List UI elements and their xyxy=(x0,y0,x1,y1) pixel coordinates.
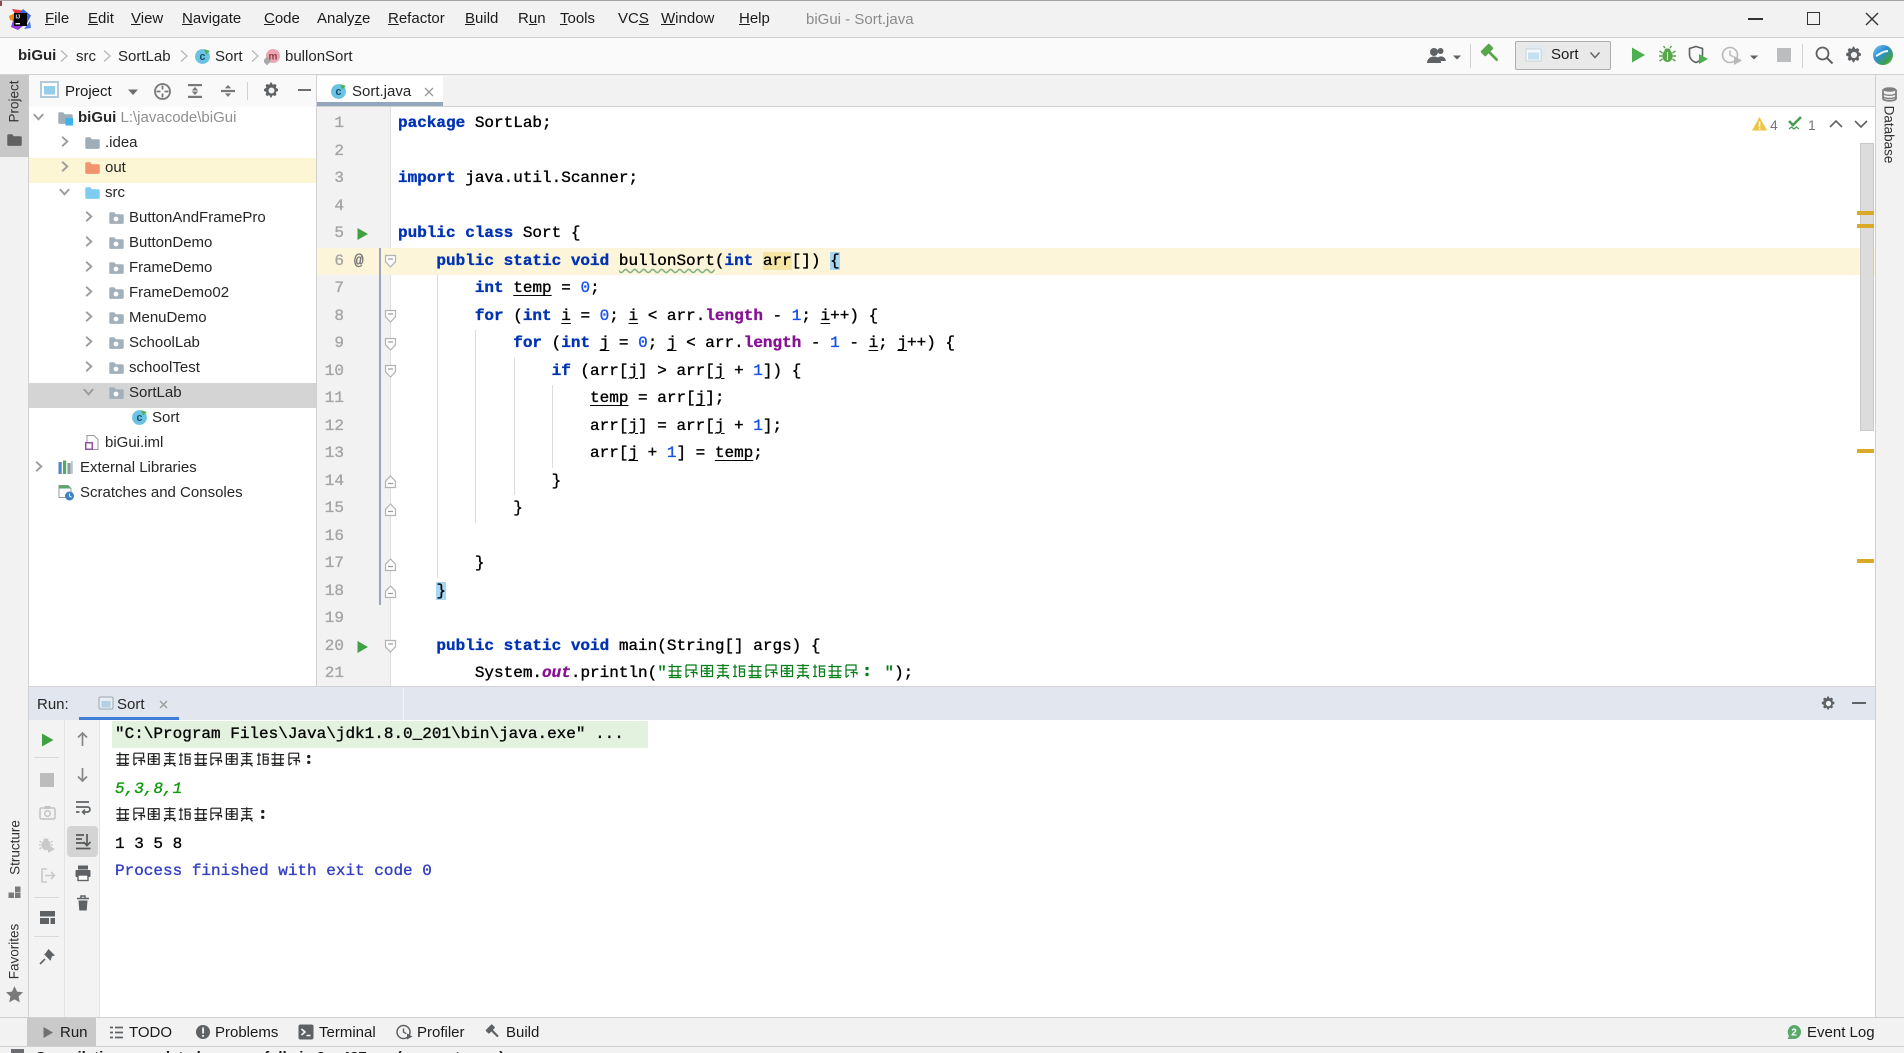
svg-text:2: 2 xyxy=(1791,1028,1797,1039)
svg-text:IJ: IJ xyxy=(16,15,21,21)
